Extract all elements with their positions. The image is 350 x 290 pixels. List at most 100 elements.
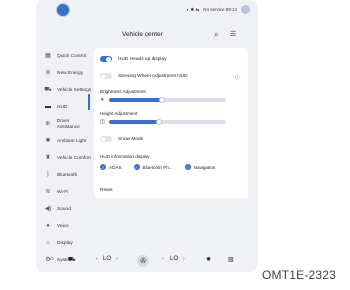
reset-panel: Reset [94,184,248,198]
snow-mode-row: Snow Mode [100,136,143,142]
seat-icon: ♜ [45,155,51,162]
home-icon[interactable]: ⌂ [50,256,54,262]
sidebar-item-vehicle-comfort[interactable]: ♜ Vehicle Comfort [36,150,92,167]
sidebar-item-wifi[interactable]: ≋ Wi-Fi [36,184,92,201]
check-icon: ✓ [184,164,191,170]
hud-info-options: ✓ ADAS ✓ Bluetooth Ph... ✓ Navigation [100,164,215,170]
sound-icon: ◀) [44,206,52,213]
sidebar-item-label: Sound [57,206,71,212]
hud-heads-up-row: HUD Heads up display [100,56,167,62]
hud-icon: ▬ [45,104,51,111]
car-shortcut-icon[interactable]: ⛟ [68,256,76,264]
slider-fill [109,98,162,102]
sidebar-item-new-energy[interactable]: ⊛ New Energy [36,65,92,82]
apps-icon[interactable]: ▥ [228,256,234,263]
height-icon: ◫ [100,119,105,125]
steering-adjust-row: Steering Wheel Adjustment HUD [100,73,188,79]
mic-icon: ♦ [46,223,50,230]
status-right-group: ◐ ✱ ⇆ No service 09:14 [186,5,250,14]
sidebar-item-label: Display [57,240,73,246]
light-icon: ✺ [45,138,51,145]
status-text: No service 09:14 [203,7,237,12]
toggle-knob [100,73,106,79]
right-temp-up-icon[interactable]: › [183,256,185,262]
sidebar-item-label: Ambient Light [57,138,87,144]
climate-bar: ⌂ ⛟ ‹ LO › ✇ ‹ LO › ✹ ▥ [36,252,258,272]
bluetooth-icon: ᛒ [46,172,50,179]
hud-info-display-label: HUD information display [100,154,150,159]
height-label: Height Adjustment [100,111,138,116]
check-icon: ✓ [133,164,140,170]
snow-mode-toggle[interactable] [100,136,112,142]
hud-settings-panel: HUD Heads up display Steering Wheel Adju… [94,48,248,196]
option-adas[interactable]: ✓ ADAS [100,164,122,170]
sidebar-item-vehicle-settings[interactable]: ⛟ Vehicle Settings [36,82,92,99]
sidebar-item-label: HUD [57,104,68,110]
height-slider[interactable]: ◫ [100,118,226,126]
hud-heads-up-toggle[interactable] [100,56,112,62]
reset-button[interactable]: Reset [100,188,113,193]
energy-icon: ⊛ [45,70,51,77]
left-temp-up-icon[interactable]: › [116,256,118,262]
sidebar-item-display[interactable]: ☼ Display [36,235,92,252]
slider-thumb[interactable] [156,118,163,125]
car-icon: ⛟ [44,87,52,94]
fan-icon[interactable]: ✇ [137,255,149,267]
right-temp-down-icon[interactable]: ‹ [162,256,164,262]
sidebar-item-voice[interactable]: ♦ Voice [36,218,92,235]
option-label: Bluetooth Ph... [142,164,173,170]
menu-icon[interactable]: ☰ [230,30,236,38]
sidebar-item-hud[interactable]: ▬ HUD [36,99,92,116]
sidebar-item-label: New Energy [57,70,84,76]
sidebar-item-label: Vehicle Settings [57,87,92,93]
slider-track [109,96,226,103]
page-header: Vehicle center ⌕ ☰ [94,28,258,46]
sidebar-item-label: Bluetooth [57,172,78,178]
sidebar-item-driver-assistance[interactable]: ⊕ Driver Assistance [36,116,92,133]
vehicle-screen: ◐ ✱ ⇆ No service 09:14 Vehicle center ⌕ … [36,0,258,272]
seat-heat-icon[interactable]: ✹ [206,256,211,263]
steering-icon: ⊕ [45,121,51,128]
page-title: Vehicle center [122,31,163,38]
hud-heads-up-label: HUD Heads up display [118,56,167,62]
search-icon[interactable]: ⌕ [214,30,218,40]
sidebar-item-label: Vehicle Comfort [57,155,91,161]
figure-code: OMT1E-2323 [262,268,337,282]
toggle-knob [100,136,106,142]
info-icon[interactable]: ⓘ [235,74,240,81]
option-label: ADAS [109,164,122,170]
slider-fill [109,120,160,124]
option-navigation[interactable]: ✓ Navigation [184,164,216,170]
steering-adjust-toggle[interactable] [100,73,112,79]
check-icon: ✓ [100,164,106,170]
right-temp-value: LO [170,256,179,262]
snow-mode-label: Snow Mode [118,136,144,142]
sun-icon: ☀ [100,97,105,103]
left-temp-down-icon[interactable]: ‹ [96,256,98,262]
grid-icon: ▦ [45,53,51,60]
left-temp-value: LO [103,256,112,262]
steering-adjust-label: Steering Wheel Adjustment HUD [118,73,188,79]
sidebar-item-ambient-light[interactable]: ✺ Ambient Light [36,133,92,150]
option-bluetooth-phone[interactable]: ✓ Bluetooth Ph... [133,164,173,170]
sidebar-active-indicator [88,94,90,110]
sidebar-item-sound[interactable]: ◀) Sound [36,201,92,218]
display-icon: ☼ [45,240,51,247]
status-bar: ◐ ✱ ⇆ No service 09:14 [36,0,258,18]
slider-track [109,118,226,125]
sidebar-item-quick-control[interactable]: ▦ Quick Control [36,48,92,65]
slider-thumb[interactable] [158,96,165,103]
app-logo-icon[interactable] [56,3,70,17]
brightness-label: Brightness Adjustment [100,89,146,94]
sidebar-item-label: Wi-Fi [57,189,69,195]
wifi-icon: ≋ [45,189,51,196]
option-label: Navigation [193,164,216,170]
sidebar-item-label: Driver Assistance [56,119,80,130]
avatar[interactable] [241,5,250,14]
sidebar-item-label: Quick Control [57,53,87,59]
sidebar-item-bluetooth[interactable]: ᛒ Bluetooth [36,167,92,184]
sidebar-item-label: Voice [57,223,69,229]
signal-icon: ◐ ✱ ⇆ [186,6,200,12]
brightness-slider[interactable]: ☀ [100,96,226,104]
sidebar: ▦ Quick Control ⊛ New Energy ⛟ Vehicle S… [36,48,92,269]
